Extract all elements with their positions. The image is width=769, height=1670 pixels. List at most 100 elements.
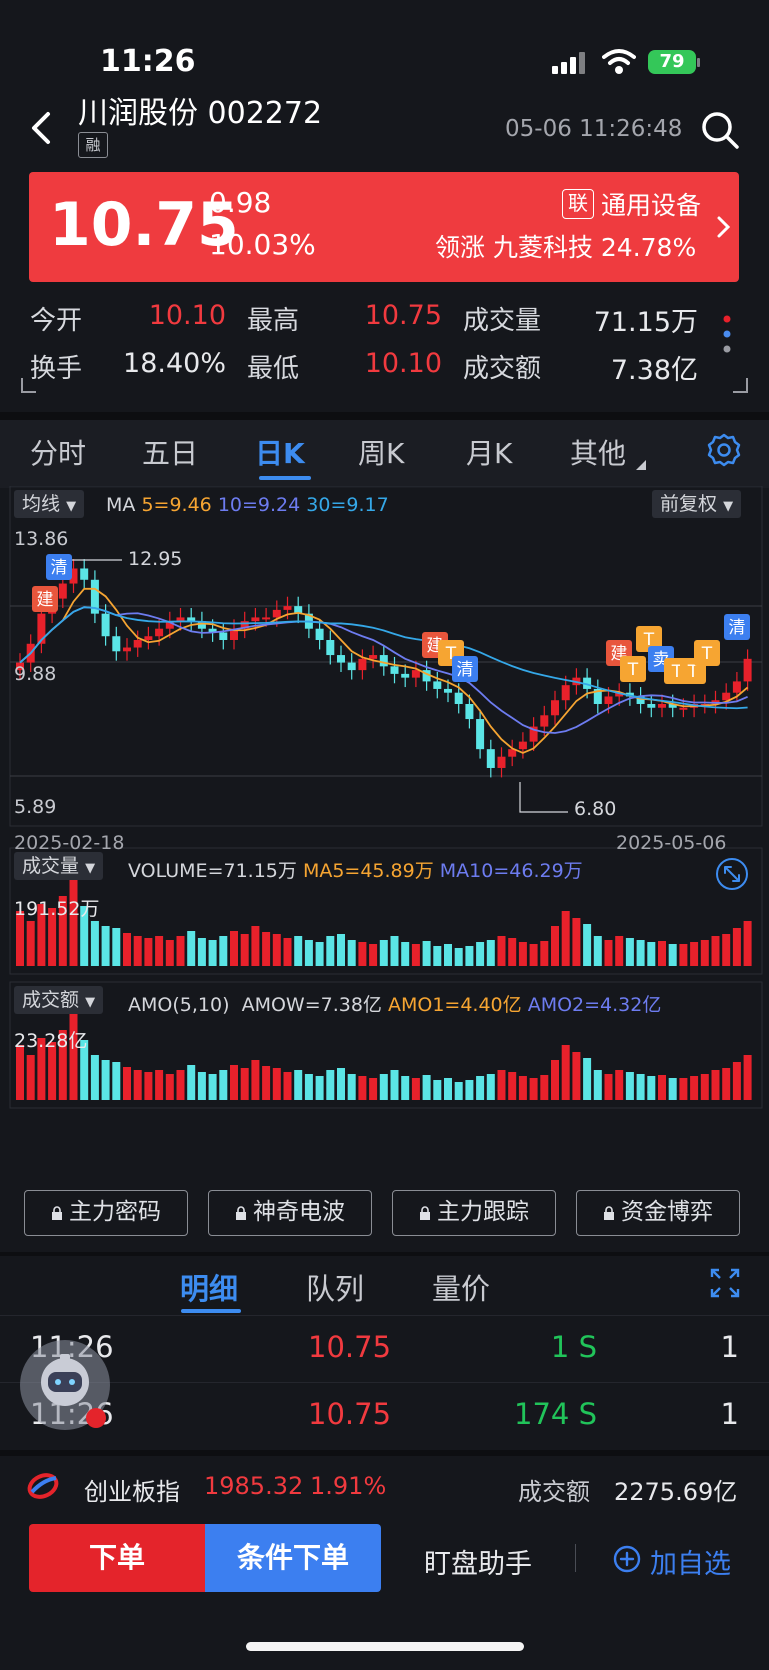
volume-bar <box>283 938 292 966</box>
candle-body <box>604 696 613 704</box>
trade-marker-label: T <box>627 660 639 680</box>
tab-more[interactable]: 其他 <box>570 432 626 472</box>
plus-circle-icon[interactable] <box>612 1544 642 1574</box>
cellular-signal-icon <box>552 52 586 74</box>
volume-bar <box>176 936 185 966</box>
amount-bar <box>743 1055 752 1100</box>
volume-bar <box>486 940 495 966</box>
index-amount-label: 成交额 <box>518 1478 590 1506</box>
magic-wave-button[interactable]: 神奇电波 <box>208 1190 372 1236</box>
sector-leader: 领涨 九菱科技 24.78% <box>435 233 697 262</box>
assistant-avatar[interactable] <box>20 1340 110 1430</box>
trade-marker-label: 清 <box>51 558 68 578</box>
candle-body <box>486 749 495 768</box>
tab-monthly-k[interactable]: 月K <box>466 432 512 472</box>
adjust-selector[interactable]: 前复权 ▼ <box>652 490 742 518</box>
gear-icon[interactable] <box>706 432 742 468</box>
battery-cap <box>697 58 700 67</box>
amount-bar <box>711 1070 720 1100</box>
volume-bar <box>518 942 527 966</box>
price-banner[interactable]: 10.75 0.98 10.03% 联 通用设备 领涨 九菱科技 24.78% <box>29 172 739 282</box>
search-icon[interactable] <box>700 110 740 150</box>
back-icon[interactable] <box>22 108 62 148</box>
tab-detail[interactable]: 明细 <box>180 1266 238 1308</box>
amount-bar <box>561 1045 570 1100</box>
volume-value: 71.15万 <box>593 307 698 338</box>
kline-chart-svg[interactable]: 清建建 T清建TT卖T TT清 <box>0 486 769 1170</box>
amount-indicator-selector[interactable]: 成交额 ▼ <box>14 986 104 1014</box>
amount-bar <box>304 1074 313 1100</box>
amount-main: AMO(5,10) <box>128 994 230 1016</box>
sector-name[interactable]: 通用设备 <box>601 186 701 222</box>
index-pct: 1.91% <box>310 1472 387 1500</box>
amount-amo2: AMO2=4.32亿 <box>527 994 662 1016</box>
function-label: 神奇电波 <box>253 1199 345 1225</box>
section-divider <box>0 1252 769 1256</box>
volume-bar <box>658 941 666 966</box>
chevron-down-icon: ▼ <box>85 861 96 876</box>
ma10-value: 10=9.24 <box>217 494 301 516</box>
fullscreen-icon[interactable] <box>710 1268 740 1298</box>
chevron-right-icon[interactable] <box>715 212 733 242</box>
amount-bar <box>679 1078 688 1100</box>
volume-bar <box>732 928 741 966</box>
main-force-tracking-button[interactable]: 主力跟踪 <box>392 1190 556 1236</box>
amount-bar <box>444 1078 452 1100</box>
volume-bar <box>401 942 410 966</box>
candle-body <box>433 681 442 689</box>
amount-bar <box>358 1076 367 1100</box>
amount-legend: AMO(5,10) AMOW=7.38亿 AMO1=4.40亿 AMO2=4.3… <box>128 990 661 1017</box>
candle-body <box>401 673 410 678</box>
main-force-code-button[interactable]: 主力密码 <box>24 1190 188 1236</box>
volume-legend: VOLUME=71.15万 MA5=45.89万 MA10=46.29万 <box>128 856 583 883</box>
trade-row: 11:26 10.75 174 S 1 <box>0 1382 769 1448</box>
tab-volume-price[interactable]: 量价 <box>432 1266 490 1308</box>
volume-bar <box>165 940 174 966</box>
tab-daily-k[interactable]: 日K <box>255 432 305 472</box>
amount-bar <box>636 1074 645 1100</box>
tab-intraday[interactable]: 分时 <box>30 432 86 472</box>
adjust-selector-label: 前复权 <box>660 493 718 515</box>
candle-body <box>80 568 89 580</box>
volume-bar <box>679 944 688 966</box>
ma30-value: 30=9.17 <box>306 494 389 516</box>
candle-body <box>262 617 271 620</box>
order-button[interactable]: 下单 <box>29 1524 205 1592</box>
amount-bar <box>433 1080 442 1100</box>
volume-bar <box>101 926 110 966</box>
kline-chart-area[interactable]: 清建建T清建TT卖TTT清 均线 ▼ MA 5=9.46 10=9.24 30=… <box>0 486 769 1170</box>
amount-bar <box>219 1070 228 1100</box>
candle-body <box>561 685 570 701</box>
tab-five-day[interactable]: 五日 <box>142 432 198 472</box>
lock-icon <box>51 1192 63 1220</box>
index-ticker[interactable]: 创业板指 1985.32 1.91% 成交额 2275.69亿 <box>0 1458 769 1518</box>
volume-indicator-selector[interactable]: 成交量 ▼ <box>14 852 104 880</box>
trade-marker-label: 清 <box>729 618 746 638</box>
chevron-down-icon: ▼ <box>723 499 734 514</box>
amount-bar <box>187 1065 196 1100</box>
home-indicator <box>246 1642 524 1651</box>
volume-bar <box>197 938 206 966</box>
tab-weekly-k[interactable]: 周K <box>358 432 404 472</box>
indicator-selector[interactable]: 均线 ▼ <box>14 490 85 518</box>
amount-bar <box>690 1076 699 1100</box>
volume-bar <box>529 944 538 966</box>
function-label: 资金博弈 <box>621 1199 713 1225</box>
trade-volume: 174 S <box>514 1397 597 1431</box>
amount-bar <box>668 1078 677 1100</box>
add-watchlist-button[interactable]: 加自选 <box>650 1542 731 1581</box>
amount-bar <box>144 1072 153 1100</box>
conditional-order-button[interactable]: 条件下单 <box>205 1524 381 1592</box>
expand-chart-icon[interactable] <box>714 856 750 892</box>
more-dots-icon[interactable] <box>722 312 732 356</box>
watch-assistant-button[interactable]: 盯盘助手 <box>424 1542 532 1581</box>
candle-body <box>326 640 335 656</box>
volume-bar <box>743 921 752 966</box>
capital-game-button[interactable]: 资金博弈 <box>576 1190 740 1236</box>
amount-bar <box>625 1072 634 1100</box>
amount-bar <box>422 1075 431 1100</box>
index-amount: 2275.69亿 <box>614 1478 738 1506</box>
volume-bar <box>123 933 131 966</box>
tab-queue[interactable]: 队列 <box>306 1266 364 1308</box>
volume-bar <box>294 936 303 966</box>
